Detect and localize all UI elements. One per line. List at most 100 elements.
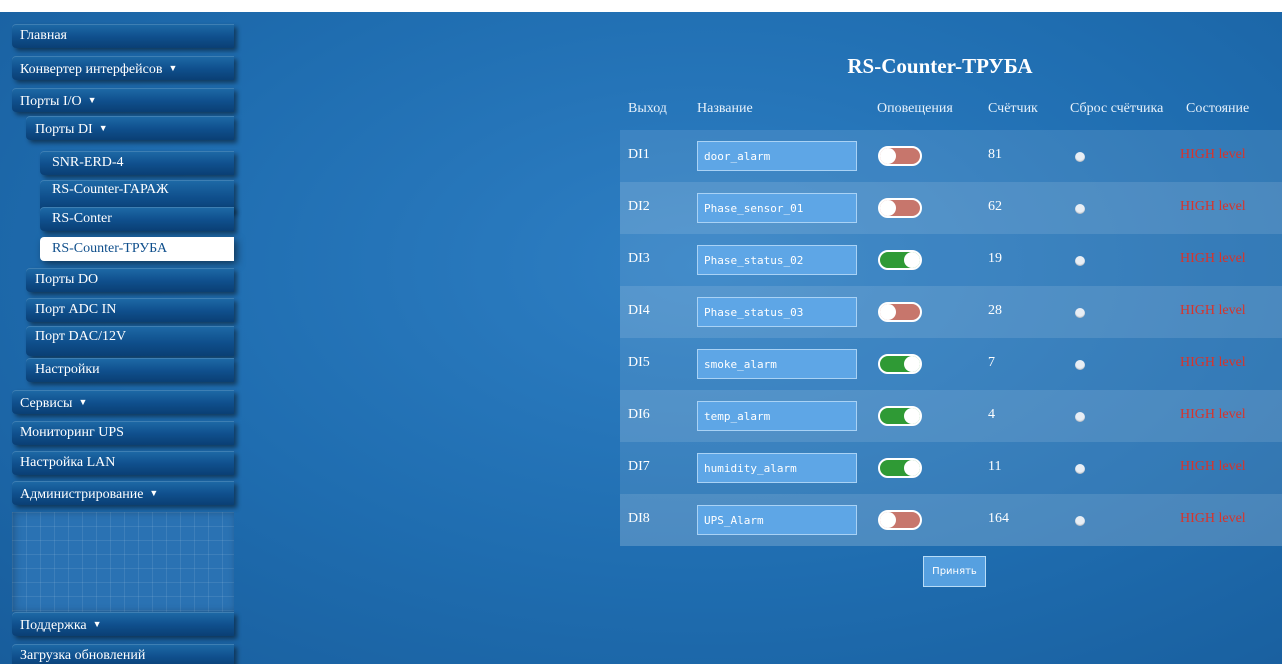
name-input[interactable] xyxy=(697,401,857,431)
sidebar-item-label: Порт DAC/12V xyxy=(35,329,127,344)
state-cell: HIGH level xyxy=(1180,147,1246,162)
reset-counter-radio[interactable] xyxy=(1075,360,1085,370)
output-cell: DI3 xyxy=(628,251,650,266)
sidebar-item-label: Мониторинг UPS xyxy=(20,425,124,440)
sidebar-item-lan-settings[interactable]: Настройка LAN xyxy=(12,451,234,475)
toggle-knob xyxy=(880,304,896,320)
header-reset: Сброс счётчика xyxy=(1070,101,1164,116)
sidebar-item-label: RS-Conter xyxy=(52,211,112,226)
sidebar-item-dac-port[interactable]: Порт DAC/12V xyxy=(26,326,234,356)
table-row: DI2 62 HIGH level xyxy=(620,182,1282,234)
state-cell: HIGH level xyxy=(1180,511,1246,526)
alert-toggle[interactable] xyxy=(878,406,922,426)
name-input[interactable] xyxy=(697,349,857,379)
reset-counter-radio[interactable] xyxy=(1075,204,1085,214)
toggle-knob xyxy=(904,356,920,372)
name-input[interactable] xyxy=(697,505,857,535)
name-input[interactable] xyxy=(697,453,857,483)
sidebar-item-support[interactable]: Поддержка ▼ xyxy=(12,612,234,636)
sidebar-item-snr-erd-4[interactable]: SNR-ERD-4 xyxy=(40,151,234,175)
name-input[interactable] xyxy=(697,193,857,223)
alert-toggle[interactable] xyxy=(878,198,922,218)
sidebar-item-label: RS-Counter-ГАРАЖ xyxy=(52,182,169,197)
table-row: DI7 11 HIGH level xyxy=(620,442,1282,494)
chevron-down-icon: ▼ xyxy=(87,95,97,105)
toggle-knob xyxy=(904,252,920,268)
sidebar-item-label: Настройки xyxy=(35,362,100,377)
sidebar-item-io-ports[interactable]: Порты I/O ▼ xyxy=(12,88,234,112)
sidebar-item-adc-in-port[interactable]: Порт ADC IN xyxy=(26,298,234,322)
chevron-down-icon: ▼ xyxy=(149,488,159,498)
chevron-down-icon: ▼ xyxy=(168,63,178,73)
sidebar-item-services[interactable]: Сервисы ▼ xyxy=(12,390,234,414)
alert-toggle[interactable] xyxy=(878,458,922,478)
table-row: DI5 7 HIGH level xyxy=(620,338,1282,390)
table-row: DI3 19 HIGH level xyxy=(620,234,1282,286)
counter-cell: 4 xyxy=(988,407,995,422)
sidebar-empty-area xyxy=(12,512,234,612)
name-input[interactable] xyxy=(697,245,857,275)
output-cell: DI8 xyxy=(628,511,650,526)
chevron-down-icon: ▼ xyxy=(78,397,88,407)
reset-counter-radio[interactable] xyxy=(1075,256,1085,266)
sidebar-item-label: Порт ADC IN xyxy=(35,302,117,317)
sidebar-item-di-ports[interactable]: Порты DI ▼ xyxy=(26,116,234,140)
page-title: RS-Counter-ТРУБА xyxy=(847,54,1033,78)
reset-counter-radio[interactable] xyxy=(1075,308,1085,318)
sidebar-item-label: RS-Counter-ТРУБА xyxy=(52,241,168,256)
sidebar-item-label: Порты DO xyxy=(35,272,99,287)
sidebar-item-do-ports[interactable]: Порты DO xyxy=(26,268,234,292)
alert-toggle[interactable] xyxy=(878,354,922,374)
counter-cell: 28 xyxy=(988,303,1002,318)
sidebar-item-administration[interactable]: Администрирование ▼ xyxy=(12,481,234,505)
counter-cell: 19 xyxy=(988,251,1002,266)
sidebar-item-label: Сервисы xyxy=(20,396,73,411)
sidebar-item-label: Главная xyxy=(20,28,67,43)
reset-counter-radio[interactable] xyxy=(1075,412,1085,422)
sidebar-item-label: SNR-ERD-4 xyxy=(52,155,124,170)
alert-toggle[interactable] xyxy=(878,302,922,322)
header-state: Состояние xyxy=(1186,101,1250,116)
state-cell: HIGH level xyxy=(1180,407,1246,422)
sidebar-item-home[interactable]: Главная xyxy=(12,24,234,48)
table-row: DI1 81 HIGH level xyxy=(620,130,1282,182)
alert-toggle[interactable] xyxy=(878,510,922,530)
output-cell: DI4 xyxy=(628,303,650,318)
sidebar-item-rs-conter[interactable]: RS-Conter xyxy=(40,207,234,231)
name-input[interactable] xyxy=(697,297,857,327)
sidebar-item-rs-counter-truba[interactable]: RS-Counter-ТРУБА xyxy=(40,237,234,261)
sidebar-item-firmware-upload[interactable]: Загрузка обновлений xyxy=(12,644,234,664)
sidebar-item-label: Порты I/O xyxy=(20,94,82,109)
sidebar-item-settings[interactable]: Настройки xyxy=(26,358,234,382)
table-body: DI1 81 HIGH level DI2 62 HIGH level DI3 19 HIGH … xyxy=(620,130,1282,546)
sidebar-item-label: Настройка LAN xyxy=(20,455,116,470)
sidebar-item-label: Загрузка обновлений xyxy=(20,648,146,663)
sidebar-item-ups-monitoring[interactable]: Мониторинг UPS xyxy=(12,421,234,445)
state-cell: HIGH level xyxy=(1180,459,1246,474)
sidebar-item-interface-converter[interactable]: Конвертер интерфейсов ▼ xyxy=(12,56,234,80)
toggle-knob xyxy=(880,512,896,528)
counter-cell: 7 xyxy=(988,355,995,370)
top-strip xyxy=(0,0,1282,12)
reset-counter-radio[interactable] xyxy=(1075,516,1085,526)
sidebar-item-label: Администрирование xyxy=(20,487,144,502)
counter-cell: 11 xyxy=(988,459,1002,474)
name-input[interactable] xyxy=(697,141,857,171)
alert-toggle[interactable] xyxy=(878,146,922,166)
reset-counter-radio[interactable] xyxy=(1075,464,1085,474)
header-counter: Счётчик xyxy=(988,101,1038,116)
accept-button[interactable]: Принять xyxy=(923,556,986,587)
di-ports-table: Выход Название Оповещения Счётчик Сброс … xyxy=(620,92,1282,546)
header-output: Выход xyxy=(628,101,667,116)
sidebar-item-label: Конвертер интерфейсов xyxy=(20,62,163,77)
state-cell: HIGH level xyxy=(1180,251,1246,266)
state-cell: HIGH level xyxy=(1180,199,1246,214)
output-cell: DI7 xyxy=(628,459,650,474)
alert-toggle[interactable] xyxy=(878,250,922,270)
header-alerts: Оповещения xyxy=(877,101,953,116)
chevron-down-icon: ▼ xyxy=(92,619,102,629)
table-row: DI4 28 HIGH level xyxy=(620,286,1282,338)
sidebar-item-label: Поддержка xyxy=(20,618,87,633)
reset-counter-radio[interactable] xyxy=(1075,152,1085,162)
output-cell: DI2 xyxy=(628,199,650,214)
